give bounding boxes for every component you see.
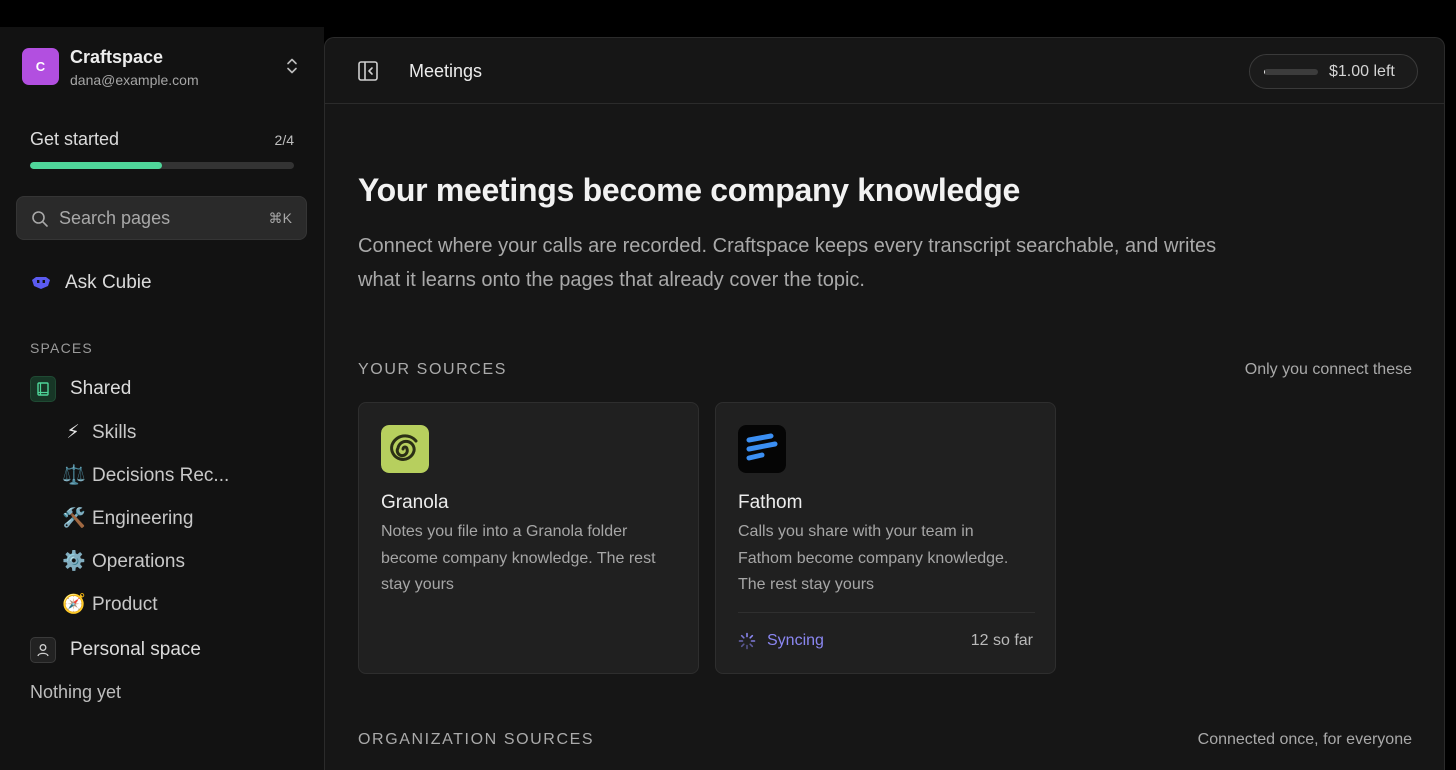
book-icon — [30, 376, 56, 402]
fathom-logo-icon — [738, 425, 786, 473]
source-description: Notes you file into a Granola folder bec… — [381, 523, 656, 593]
granola-logo-icon — [381, 425, 429, 473]
window-top-bar — [0, 0, 1456, 27]
search-placeholder: Search pages — [59, 208, 171, 228]
get-started-label: Get started — [30, 129, 120, 149]
source-name: Granola — [381, 492, 449, 513]
org-sources-note: Connected once, for everyone — [1197, 731, 1412, 748]
scales-icon: ⚖️ — [62, 464, 86, 486]
workspace-switcher[interactable]: C Craftspace dana@example.com — [22, 47, 308, 88]
workspace-name: Craftspace — [70, 47, 164, 67]
org-sources-heading: ORGANIZATION SOURCES — [358, 731, 595, 748]
your-sources-note: Only you connect these — [1244, 361, 1412, 378]
sync-status: Syncing — [767, 632, 824, 649]
space-shared-label: Shared — [70, 378, 132, 399]
card-divider — [738, 612, 1035, 613]
search-icon — [32, 211, 48, 227]
credit-bar-fill — [1264, 69, 1266, 75]
spaces-heading: SPACES — [30, 340, 93, 356]
main-panel: Meetings $1.00 left Your meetings become… — [324, 37, 1445, 770]
person-icon — [30, 637, 56, 663]
tools-icon: 🛠️ — [62, 507, 86, 529]
page-operations-label: Operations — [92, 551, 185, 572]
search-input[interactable]: Search pages ⌘K — [16, 196, 307, 240]
page-skills-label: Skills — [92, 422, 137, 443]
page-engineering-label: Engineering — [92, 508, 194, 529]
sync-count: 12 so far — [970, 632, 1033, 649]
workspace-email: dana@example.com — [70, 72, 199, 88]
get-started-progress[interactable]: Get started 2/4 — [30, 129, 294, 169]
spinner-icon — [738, 632, 756, 650]
cubie-icon — [32, 277, 50, 289]
credit-text: $1.00 left — [1329, 63, 1395, 80]
page-header: Meetings $1.00 left — [325, 38, 1444, 104]
source-description: Calls you share with your team in Fathom… — [738, 523, 1009, 593]
progress-bar — [30, 162, 294, 169]
search-shortcut: ⌘K — [268, 210, 292, 226]
lightning-icon: ⚡ — [66, 421, 80, 443]
sidebar-toggle-icon[interactable] — [357, 60, 379, 82]
main-description: Connect where your calls are recorded. C… — [358, 235, 1217, 291]
credit-balance[interactable]: $1.00 left — [1249, 54, 1418, 89]
progress-bar-fill — [30, 162, 162, 169]
compass-icon: 🧭 — [62, 593, 86, 615]
space-personal-label: Personal space — [70, 639, 201, 660]
your-sources-heading: YOUR SOURCES — [358, 361, 507, 378]
page-product-label: Product — [92, 594, 158, 615]
credit-bar — [1264, 69, 1318, 75]
ask-cubie-label: Ask Cubie — [65, 272, 152, 293]
source-card-granola[interactable]: Granola Notes you file into a Granola fo… — [358, 402, 699, 674]
workspace-avatar: C — [22, 48, 59, 85]
main-heading: Your meetings become company knowledge — [358, 172, 1020, 208]
gear-icon: ⚙️ — [62, 550, 86, 572]
chevron-up-down-icon[interactable] — [284, 57, 300, 75]
sidebar: C Craftspace dana@example.com Get starte… — [0, 27, 324, 770]
source-name: Fathom — [738, 492, 803, 513]
personal-empty-text: Nothing yet — [30, 682, 122, 702]
page-title: Meetings — [409, 61, 483, 81]
page-decisions-label: Decisions Rec... — [92, 465, 230, 486]
get-started-count: 2/4 — [274, 132, 294, 148]
source-card-fathom[interactable]: Fathom Calls you share with your team in… — [715, 402, 1056, 674]
